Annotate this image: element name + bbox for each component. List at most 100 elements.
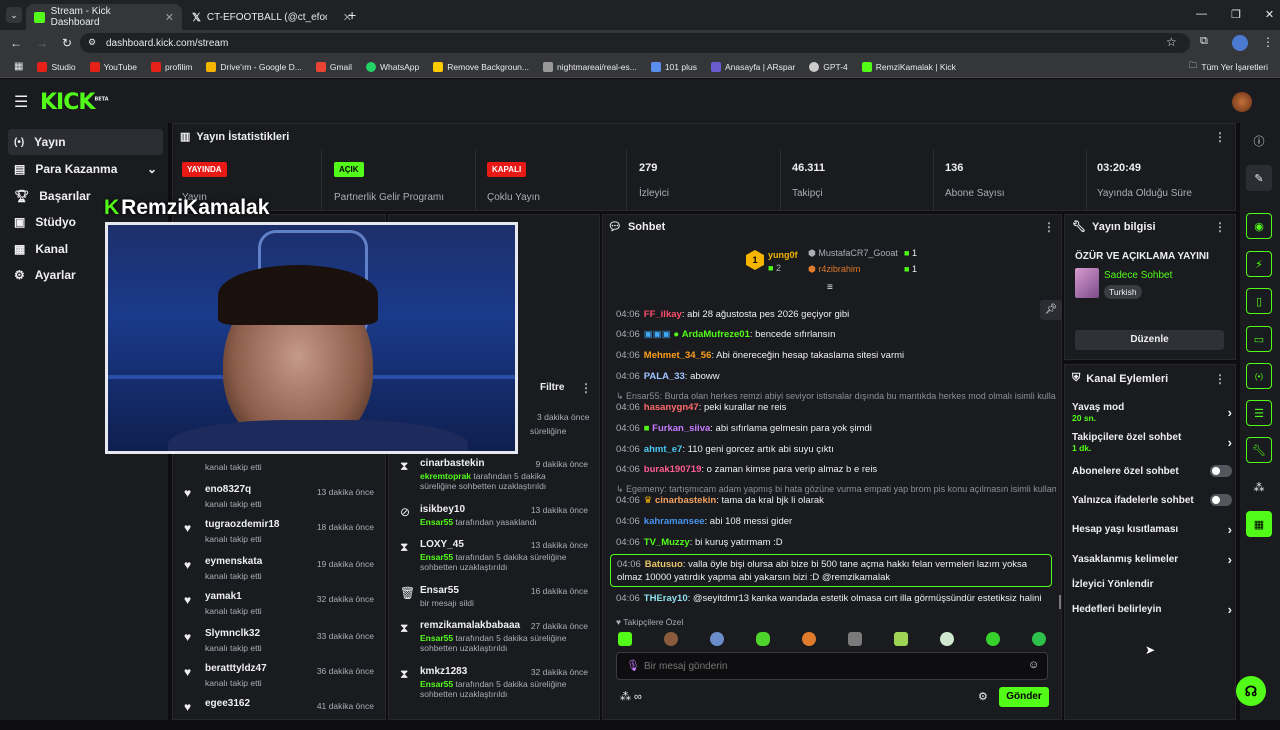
activity-row: ⊘ isikbey10 13 dakika önce Ensar55 tarafınd… <box>400 504 588 527</box>
emote[interactable] <box>1032 632 1046 646</box>
emoji-picker-icon[interactable]: ☺ <box>1028 659 1039 671</box>
toggle-switch[interactable] <box>1210 494 1232 506</box>
nodes-icon[interactable]: ⁂ <box>1246 474 1272 500</box>
list-icon[interactable]: ☰ <box>1246 400 1272 426</box>
activity-top-sub: süreliğine <box>530 426 567 436</box>
emote[interactable] <box>894 632 908 646</box>
edit-button[interactable]: Düzenle <box>1075 330 1224 350</box>
emote[interactable] <box>848 632 862 646</box>
channel-actions-menu-icon[interactable]: ⋮ <box>1214 372 1226 386</box>
action-account-age[interactable]: Hesap yaşı kısıtlaması › <box>1072 518 1232 540</box>
action-followers-only[interactable]: Takipçilere özel sohbet 1 dk. › <box>1072 430 1232 454</box>
forward-icon[interactable]: → <box>36 36 48 50</box>
action-subscribers-only[interactable]: Abonelere özel sohbet <box>1072 460 1232 482</box>
restore-icon[interactable]: ❐ <box>1231 8 1241 21</box>
kick-header <box>0 79 1280 123</box>
camera-icon[interactable]: ◉ <box>1246 213 1272 239</box>
bookmark-whatsapp[interactable]: WhatsApp <box>366 61 419 72</box>
emote[interactable] <box>710 632 724 646</box>
action-set-goals[interactable]: Hedefleri belirleyin › <box>1072 598 1232 620</box>
action-host[interactable]: İzleyici Yönlendir <box>1072 573 1232 595</box>
bookmark-gmail[interactable]: Gmail <box>315 61 352 72</box>
bookmark-101plus[interactable]: 101 plus <box>650 61 697 72</box>
support-chat-button[interactable]: ☊ <box>1236 676 1266 706</box>
bookmark-remove-bg[interactable]: Remove Backgroun... <box>433 61 529 72</box>
emote[interactable] <box>802 632 816 646</box>
chat-menu-icon[interactable]: ⋮ <box>1043 220 1055 234</box>
bookmark-youtube[interactable]: YouTube <box>89 61 137 72</box>
bookmark-kick[interactable]: RemziKamalak | Kick <box>861 61 956 72</box>
chat-tools-icon[interactable]: ⁂ ∞ <box>620 690 642 703</box>
all-bookmarks[interactable]: 🗀 Tüm Yer İşaretleri <box>1189 60 1268 74</box>
bookmark-arspar[interactable]: Anasayfa | ARspar <box>710 61 795 72</box>
bookmark-drive[interactable]: Drive'ım - Google D... <box>206 61 302 72</box>
category-name[interactable]: Sadece Sohbet <box>1104 270 1172 281</box>
stats-menu-icon[interactable]: ⋮ <box>1214 130 1226 144</box>
tab-ct-efootball[interactable]: 𝕏 CT-EFOOTBALL (@ct_efootball) ✕ <box>184 4 360 30</box>
hamburger-menu-icon[interactable]: ☰ <box>14 92 28 112</box>
profile-icon[interactable] <box>1232 35 1248 51</box>
chat-settings-gear-icon[interactable]: ⚙ <box>978 690 988 703</box>
back-icon[interactable]: ← <box>10 36 22 50</box>
emote[interactable] <box>618 632 632 646</box>
heart-icon: ♥ <box>184 486 192 500</box>
bookmark-studio[interactable]: Studio <box>37 61 76 72</box>
action-banned-words[interactable]: Yasaklanmış kelimeler › <box>1072 548 1232 570</box>
sidebar-item-yayin[interactable]: (•) Yayın <box>8 129 163 155</box>
stat-izleyici: 279 İzleyici <box>629 150 781 210</box>
document-icon[interactable]: ▯ <box>1246 288 1272 314</box>
emotes-label: ♥ Takipçilere Özel <box>616 617 684 627</box>
browser-menu-icon[interactable]: ⋮ <box>1262 35 1274 49</box>
tab-kick-dashboard[interactable]: Stream - Kick Dashboard ✕ <box>26 4 182 30</box>
activity-row: ⧗ remzikamalakbabaaa 27 dakika önce Ensar55… <box>400 620 588 653</box>
emote[interactable] <box>940 632 954 646</box>
new-tab-button[interactable]: + <box>348 7 356 23</box>
minimize-icon[interactable]: — <box>1196 8 1207 21</box>
extensions-icon[interactable]: ⧉ <box>1200 35 1208 48</box>
heart-icon: ♥ <box>184 665 192 679</box>
emote[interactable] <box>756 632 770 646</box>
bookmark-gpt4[interactable]: GPT-4 <box>809 61 848 72</box>
chat-message: 04:06 ahmt_e7: 110 geni gorcez artık abi … <box>616 444 834 455</box>
activity-menu-icon[interactable]: ⋮ <box>580 381 592 395</box>
apps-grid-icon[interactable]: ▦ <box>14 61 23 72</box>
emote[interactable] <box>986 632 1000 646</box>
mic-icon[interactable]: 🎙︎ <box>626 659 640 672</box>
bolt-icon[interactable]: ⚡︎ <box>1246 251 1272 277</box>
chat-message: 04:06 ♛ cinarbastekin: tama da kral bjk l… <box>616 495 824 506</box>
broadcast-rail-icon[interactable]: (•) <box>1246 363 1272 389</box>
bookmark-nightmareai[interactable]: nightmareai/real-es... <box>542 61 637 72</box>
emote[interactable] <box>664 632 678 646</box>
url-input[interactable]: dashboard.kick.com/stream <box>80 33 1190 53</box>
kick-logo[interactable]: KICKBETA <box>40 90 109 115</box>
chevron-right-icon: › <box>1227 601 1232 617</box>
activity-filter-button[interactable]: Filtre <box>540 382 564 393</box>
tools-icon[interactable]: 🔧︎ <box>1246 437 1272 463</box>
action-slow-mode[interactable]: Yavaş mod 20 sn. › <box>1072 400 1232 424</box>
toggle-switch[interactable] <box>1210 465 1232 477</box>
close-window-icon[interactable]: ✕ <box>1265 8 1274 21</box>
pencil-icon[interactable]: ✎ <box>1246 165 1272 191</box>
site-info-icon[interactable]: ⚙ <box>88 37 96 48</box>
close-tab-icon[interactable]: ✕ <box>165 11 174 24</box>
bookmark-star-icon[interactable]: ☆ <box>1166 35 1177 49</box>
tab-search-button[interactable]: ⌄ <box>6 7 22 23</box>
user-avatar[interactable] <box>1232 92 1252 112</box>
heart-icon: ♥ <box>184 558 192 572</box>
reload-icon[interactable]: ↻ <box>62 36 72 50</box>
action-emotes-only[interactable]: Yalnızca ifadelerle sohbet <box>1072 489 1232 511</box>
bookmark-profilim[interactable]: profilim <box>150 61 192 72</box>
leaderboard-expand-icon[interactable]: ≡ <box>827 282 833 293</box>
sidebar-item-para-kazanma[interactable]: ▤ Para Kazanma ⌄ <box>8 156 163 182</box>
activity-row: 🗑︎ Ensar55 16 dakika önce bir mesajı sildi <box>400 585 588 608</box>
stream-info-menu-icon[interactable]: ⋮ <box>1214 220 1226 234</box>
chat-message-input[interactable] <box>644 657 1014 675</box>
stat-takipci: 46.311 Takipçi <box>782 150 934 210</box>
chat-bubble-icon[interactable]: ▭ <box>1246 326 1272 352</box>
apps-icon[interactable]: ▦ <box>1246 511 1272 537</box>
send-button[interactable]: Gönder <box>999 687 1049 707</box>
info-icon[interactable]: ⓘ <box>1246 128 1272 154</box>
chat-scrollbar[interactable] <box>1059 595 1061 609</box>
hourglass-icon: ⧗ <box>400 667 409 681</box>
activity-row: ⧗ cinarbastekin 9 dakika önce ekremtoprak t… <box>400 458 588 491</box>
